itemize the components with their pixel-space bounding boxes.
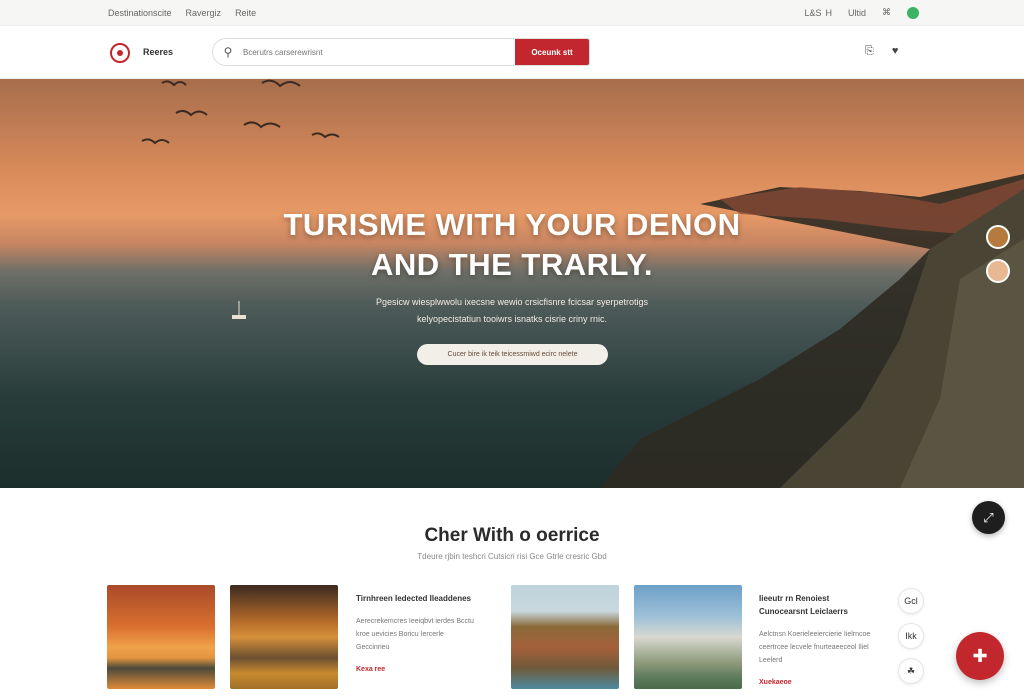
card-1-desc: Aerecrekemcres Ieeiqbvt ierdes Bcctu kro…	[356, 618, 474, 651]
utility-bar: Destinationscite Ravergiz Reite L&S H Ul…	[0, 0, 1024, 26]
utility-links: Destinationscite Ravergiz Reite	[108, 8, 256, 18]
side-button-1[interactable]: Gcl	[898, 588, 924, 614]
add-icon[interactable]: ✚	[956, 632, 1004, 680]
hero-scenery	[141, 79, 1024, 488]
language-code: H	[825, 7, 832, 18]
card-2-link[interactable]: Xuekaeoe	[759, 679, 879, 686]
utility-link-destinations[interactable]: Destinationscite	[108, 8, 172, 18]
favorites-icon[interactable]: ♥	[892, 45, 899, 58]
whatsapp-icon[interactable]	[907, 6, 919, 19]
hero-subtitle-line-2: kelyopecistatiun tooiwrs isnatks cisrie …	[416, 314, 608, 324]
utility-link-reviews[interactable]: Ravergiz	[186, 8, 222, 18]
expand-icon[interactable]: ⤢	[972, 501, 1005, 534]
card-1-title[interactable]: Tirnhreen Iedected Ileaddenes	[356, 592, 476, 605]
card-image-city[interactable]	[634, 585, 742, 689]
search-bar: ⚲ Oceunk stt	[212, 38, 590, 66]
card-image-town[interactable]	[511, 585, 619, 689]
search-button[interactable]: Oceunk stt	[515, 39, 589, 65]
main-header: Reeres ⚲ Oceunk stt ⎘ ♥	[0, 27, 1024, 79]
utility-link-site[interactable]: Reite	[235, 8, 256, 18]
account-link[interactable]: Ultid	[848, 8, 866, 18]
command-icon[interactable]: ⌘	[882, 7, 891, 18]
logo-icon[interactable]	[110, 43, 130, 63]
section-title: Cher With o oerrice	[424, 525, 600, 546]
hero-title-line-2: AND THE TRARLY.	[371, 247, 653, 282]
side-button-2[interactable]: Ikk	[898, 623, 924, 649]
language-label: L&S	[804, 7, 822, 18]
hero-subtitle-line-1: Pgesicw wiesplwwolu ixecsne wewio crsicf…	[375, 297, 649, 307]
card-1-link[interactable]: Kexa ree	[356, 666, 476, 673]
section-subtitle: Tdeure rjbin teshcri Cutsicri risi Gce G…	[417, 552, 607, 561]
hero-cta-button[interactable]: Cucer bire ik teik teicessmiwd ecirc nel…	[417, 344, 608, 365]
side-action-buttons: Gcl Ikk ☘	[898, 588, 924, 684]
card-1: Tirnhreen Iedected Ileaddenes Aerecrekem…	[356, 592, 476, 673]
search-icon[interactable]: ⚲	[213, 45, 243, 59]
hero-title-line-1: TURISME WITH YOUR DENON	[283, 207, 741, 242]
side-avatar-1[interactable]	[986, 225, 1010, 249]
language-selector[interactable]: L&S H	[804, 8, 832, 18]
card-2-desc: Aelctnsn Koerieleeiercierie Iielrncoe ce…	[759, 631, 871, 664]
brand-name[interactable]: Reeres	[143, 47, 173, 57]
card-image-cliffs[interactable]	[107, 585, 215, 689]
share-icon[interactable]: ⎘	[865, 45, 874, 58]
header-icons: ⎘ ♥	[865, 45, 898, 58]
card-2-title[interactable]: Iieeutr rn Renoiest Cunocearsnt Leiclaer…	[759, 592, 879, 618]
card-2: Iieeutr rn Renoiest Cunocearsnt Leiclaer…	[759, 592, 879, 686]
search-input[interactable]	[243, 47, 515, 57]
side-button-3-icon[interactable]: ☘	[898, 658, 924, 684]
hero-banner: TURISME WITH YOUR DENON AND THE TRARLY. …	[0, 79, 1024, 488]
utility-right: L&S H Ultid ⌘	[804, 6, 919, 19]
card-image-canyon[interactable]	[230, 585, 338, 689]
side-avatar-2[interactable]	[986, 259, 1010, 283]
